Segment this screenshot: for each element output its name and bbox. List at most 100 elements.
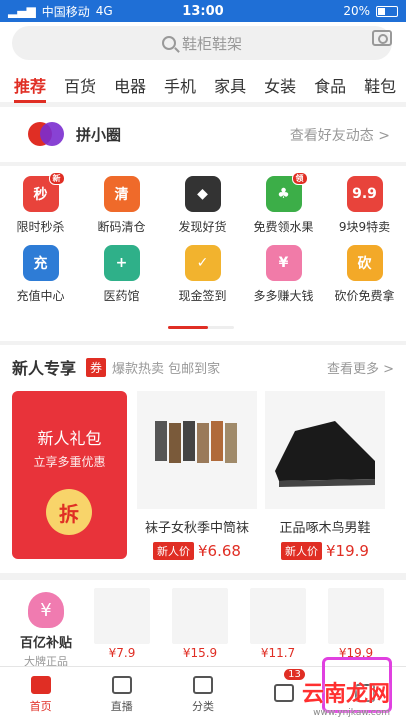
product-card-shoes[interactable]: 正品啄木鸟男鞋 新人价 ¥19.9 [265,391,385,560]
feature-label: 9块9特卖 [338,220,391,234]
subsidy-title: 百亿补贴 [19,636,72,651]
network-type: 4G [95,4,113,18]
feature-icon: 充 [22,245,59,281]
feature-label: 充值中心 [16,289,65,303]
feature-grid: 秒新限时秒杀清断码清仓 ◆ 发现好货 ♣ 领免费领水果 9.9 9块9特卖 充充值中心 + 医药… [0,166,406,341]
header: 鞋柜鞋架 推荐 百货 电器 手机 家具 女装 食品 鞋包 [0,22,406,103]
lint-roller-image [94,588,150,644]
feature-icon: ♣ 领 [265,172,308,212]
nav-label: 首页 [29,699,52,713]
chat-icon [274,683,295,702]
grid-item-row2-0[interactable]: 充充值中心 [0,235,81,304]
category-tabs: 推荐 百货 电器 手机 家具 女装 食品 鞋包 [0,70,406,103]
shoe-rack-image [172,588,228,644]
strip-product[interactable]: ¥11.7 [248,588,308,660]
gift-subtitle: 立享多重优惠 [33,455,106,469]
coat-rack-image [328,588,384,644]
carrier: 中国移动 [41,4,90,19]
tv-icon [111,675,132,694]
nav-category[interactable]: 分类 [162,667,243,722]
feature-badge: 新 [48,172,65,185]
grid-item-row1-4[interactable]: 9.9 9块9特卖 [324,166,405,235]
feature-icon: ✓ [184,245,221,281]
grid-item-row2-3[interactable]: ¥ 多多赚大钱 [243,235,324,304]
battery-percent: 20% [343,4,370,18]
home-icon [30,675,51,694]
page-indicator [168,326,234,329]
feature-label: 免费领水果 [253,220,314,234]
battery-icon [376,5,398,17]
search-input[interactable]: 鞋柜鞋架 [12,26,392,60]
watermark-text: 云南龙网 [301,682,390,707]
camera-icon[interactable] [372,30,392,46]
strip-price: ¥15.9 [182,646,218,660]
grid-item-row2-2[interactable]: ✓ 现金签到 [162,235,243,304]
feature-icon: 秒新 [22,172,65,212]
tab-shoes[interactable]: 鞋包 [364,73,396,97]
tab-phone[interactable]: 手机 [164,73,196,97]
nav-home[interactable]: 首页 [0,667,81,722]
tissue-image [250,588,306,644]
status-bar: ▂▄▆ 中国移动 4G 13:00 20% [0,0,406,22]
feature-label: 限时秒杀 [16,220,65,234]
product-name: 袜子女秋季中筒袜 [144,521,249,536]
grid-item-row1-2[interactable]: ◆ 发现好货 [162,166,243,235]
feature-icon: 砍 [346,245,383,281]
strip-product[interactable]: ¥19.9 [326,588,386,660]
tab-recommend[interactable]: 推荐 [14,73,47,103]
open-gift-button[interactable]: 拆 [46,489,92,535]
tab-food[interactable]: 食品 [314,73,346,97]
subsidy-entry[interactable]: ¥ 百亿补贴 大牌正品 [14,592,78,669]
watermark-url: www.ynjkaw.com [313,708,390,718]
strip-product[interactable]: ¥15.9 [170,588,230,660]
feature-label: 发现好货 [178,220,227,234]
feature-icon: + [103,245,140,281]
grid-item-row1-3[interactable]: ♣ 领免费领水果 [243,166,324,235]
product-price: ¥19.9 [326,542,369,560]
grid-item-row1-0[interactable]: 秒新限时秒杀 [0,166,81,235]
gift-title: 新人礼包 [37,429,102,448]
feature-icon: ¥ [265,245,302,281]
shoes-image [265,391,385,509]
money-bag-icon: ¥ [28,592,64,628]
feature-icon: ◆ [184,176,221,212]
search-icon [161,36,176,50]
watermark: 云南龙网 www.ynjkaw.com [302,676,390,718]
nav-label: 直播 [110,699,133,713]
tab-general[interactable]: 百货 [64,73,96,97]
socks-image [137,391,257,509]
grid-item-row2-1[interactable]: + 医药馆 [81,235,162,304]
nav-live[interactable]: 直播 [81,667,162,722]
nav-label: 分类 [192,699,214,713]
grid-item-row1-1[interactable]: 清断码清仓 [81,166,162,235]
feature-label: 多多赚大钱 [253,289,314,303]
grid-item-row2-4[interactable]: 砍砍价免费拿 [324,235,405,304]
signal-icon: ▂▄▆ [8,4,36,18]
newbie-title: 新人专享 [12,359,77,378]
new-user-gift-card[interactable]: 新人礼包 立享多重优惠 拆 [12,391,127,559]
tab-appliance[interactable]: 电器 [114,73,146,97]
newbie-subtitle: 爆款热卖 包邮到家 [112,361,221,377]
product-price: ¥6.68 [198,542,241,560]
product-name: 正品啄木鸟男鞋 [279,521,371,536]
coupon-badge: 券 [86,357,107,377]
feature-label: 砍价免费拿 [334,289,395,303]
feature-label: 现金签到 [178,289,227,303]
friend-circle-row[interactable]: 拼小圈 查看好友动态 > [0,107,406,162]
view-more-link[interactable]: 查看更多 > [327,358,394,377]
tab-womens[interactable]: 女装 [264,73,296,97]
feature-label: 医药馆 [103,289,140,303]
new-user-price-tag: 新人价 [153,542,195,560]
product-card-socks[interactable]: 袜子女秋季中筒袜 新人价 ¥6.68 [137,391,257,560]
strip-price: ¥11.7 [260,646,296,660]
newbie-section: 新人专享 券 爆款热卖 包邮到家 查看更多 > 新人礼包 立享多重优惠 拆 袜子… [0,345,406,573]
strip-product[interactable]: ¥7.9 [92,588,152,660]
feature-icon: 9.9 [346,176,383,212]
strip-price: ¥7.9 [108,646,136,660]
feature-icon: 清 [103,176,140,212]
new-user-price-tag: 新人价 [281,542,323,560]
feature-label: 断码清仓 [97,220,146,234]
feature-badge: 领 [291,172,308,185]
view-friends-link[interactable]: 查看好友动态 > [290,125,390,145]
tab-furniture[interactable]: 家具 [214,73,246,97]
